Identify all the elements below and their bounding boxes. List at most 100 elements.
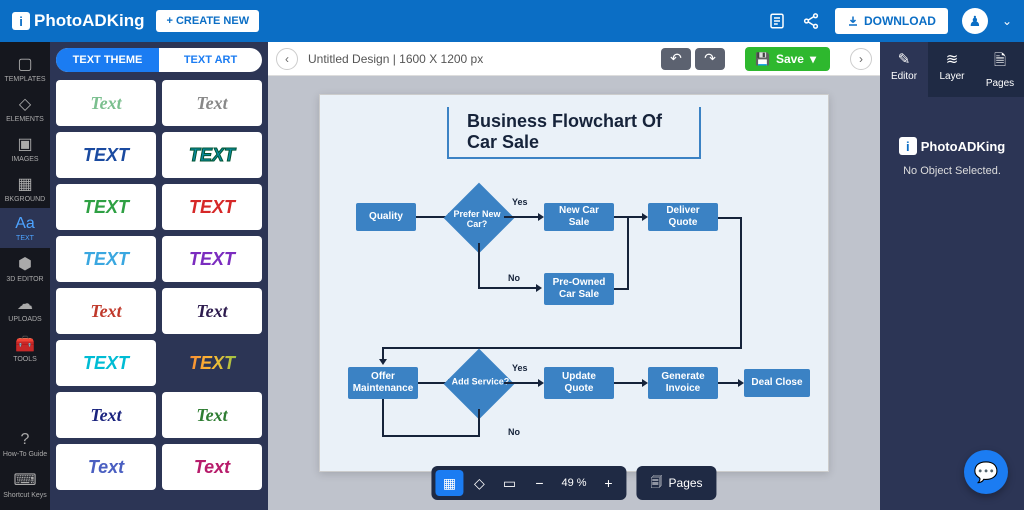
brand-text: PhotoADKing bbox=[921, 139, 1005, 154]
user-avatar[interactable]: ♟ bbox=[962, 8, 988, 34]
tab-text-art[interactable]: TEXT ART bbox=[159, 48, 262, 72]
text-theme-thumb[interactable]: Text bbox=[56, 444, 156, 490]
flowchart-title: Business Flowchart Of Car Sale bbox=[447, 107, 701, 159]
zoom-value: 49 % bbox=[555, 477, 592, 489]
view-group: ▦ ◇ ▭ − 49 % + bbox=[431, 466, 626, 500]
rail-label: IMAGES bbox=[11, 156, 38, 163]
edge bbox=[740, 217, 742, 349]
tab-pages[interactable]: 🗎Pages bbox=[976, 42, 1024, 97]
3d-icon: ⬢ bbox=[18, 254, 32, 274]
templates-icon: ▢ bbox=[17, 54, 32, 74]
tab-editor[interactable]: ✎Editor bbox=[880, 42, 928, 97]
right-body: iPhotoADKing No Object Selected. bbox=[880, 97, 1024, 510]
node-preowned[interactable]: Pre-Owned Car Sale bbox=[544, 273, 614, 305]
rail-label: ELEMENTS bbox=[6, 116, 44, 123]
rail-images[interactable]: ▣ IMAGES bbox=[0, 128, 50, 168]
tab-layer[interactable]: ≋ Layer bbox=[928, 42, 976, 97]
text-theme-thumb[interactable]: Text bbox=[56, 392, 156, 438]
images-icon: ▣ bbox=[17, 134, 32, 154]
edge bbox=[614, 216, 644, 218]
chat-fab[interactable]: 💬 bbox=[964, 450, 1008, 494]
eraser-button[interactable]: ◇ bbox=[465, 470, 493, 496]
rail-label: UPLOADS bbox=[8, 316, 41, 323]
text-theme-thumb[interactable]: TEXT bbox=[162, 184, 262, 230]
tab-text-theme[interactable]: TEXT THEME bbox=[56, 48, 159, 72]
redo-button[interactable]: ↷ bbox=[695, 48, 725, 70]
rtab-label: Pages bbox=[986, 78, 1014, 89]
arrow-icon bbox=[536, 284, 542, 292]
brand-logo[interactable]: i PhotoADKing bbox=[12, 11, 144, 31]
rail-label: TEMPLATES bbox=[4, 76, 45, 83]
text-theme-thumb[interactable]: TEXT bbox=[162, 236, 262, 282]
text-theme-thumb[interactable]: Text bbox=[162, 444, 262, 490]
rail-label: How-To Guide bbox=[3, 451, 47, 458]
rail-uploads[interactable]: ☁ UPLOADS bbox=[0, 288, 50, 328]
rail-background[interactable]: ▦BKGROUND bbox=[0, 168, 50, 208]
pages-button[interactable]: 🗐Pages bbox=[637, 466, 717, 500]
edge bbox=[627, 218, 629, 290]
node-quality[interactable]: Quality bbox=[356, 203, 416, 231]
canvas-area[interactable]: Business Flowchart Of Car Sale Quality P… bbox=[268, 76, 880, 510]
download-button[interactable]: DOWNLOAD bbox=[835, 8, 948, 34]
text-panel: TEXT THEME TEXT ART Text Text TEXT TEXT … bbox=[50, 42, 268, 510]
text-theme-thumb[interactable]: Text bbox=[56, 288, 156, 334]
node-newcar[interactable]: New Car Sale bbox=[544, 203, 614, 231]
edge bbox=[718, 382, 740, 384]
rail-bottom: ?How-To Guide ⌨Shortcut Keys bbox=[0, 424, 50, 504]
text-theme-thumb[interactable]: Text bbox=[162, 80, 262, 126]
text-theme-thumb[interactable]: TEXT bbox=[56, 340, 156, 386]
pages-label: Pages bbox=[669, 476, 703, 490]
node-close[interactable]: Deal Close bbox=[744, 369, 810, 397]
edge-label-no2: No bbox=[508, 427, 520, 437]
design-canvas[interactable]: Business Flowchart Of Car Sale Quality P… bbox=[319, 94, 829, 472]
rail-label: TEXT bbox=[16, 235, 34, 242]
node-invoice[interactable]: Generate Invoice bbox=[648, 367, 718, 399]
rail-elements[interactable]: ◇ELEMENTS bbox=[0, 88, 50, 128]
text-theme-thumb[interactable]: TEXT bbox=[56, 132, 156, 178]
uploads-icon: ☁ bbox=[17, 294, 33, 314]
layer-icon: ≋ bbox=[946, 50, 959, 68]
chevron-down-icon: ▾ bbox=[810, 52, 816, 66]
node-deliver[interactable]: Deliver Quote bbox=[648, 203, 718, 231]
text-theme-thumb[interactable]: TEXT bbox=[162, 340, 262, 386]
next-page-button[interactable]: › bbox=[850, 48, 872, 70]
node-update[interactable]: Update Quote bbox=[544, 367, 614, 399]
text-theme-thumb[interactable]: TEXT bbox=[56, 184, 156, 230]
rail-templates[interactable]: ▢ TEMPLATES bbox=[0, 48, 50, 88]
rail-tools[interactable]: 🧰 TOOLS bbox=[0, 328, 50, 368]
rail-label: TOOLS bbox=[13, 356, 37, 363]
zoom-in-button[interactable]: + bbox=[595, 470, 623, 496]
tools-icon: 🧰 bbox=[15, 334, 35, 354]
create-new-button[interactable]: + CREATE NEW bbox=[156, 10, 259, 32]
rail-label: Shortcut Keys bbox=[3, 492, 47, 499]
bottom-toolbar: ▦ ◇ ▭ − 49 % + 🗐Pages bbox=[431, 466, 716, 500]
rail-text[interactable]: AaTEXT bbox=[0, 208, 50, 248]
edge bbox=[504, 382, 540, 384]
text-theme-thumb[interactable]: TEXT bbox=[56, 236, 156, 282]
no-selection-text: No Object Selected. bbox=[903, 165, 1001, 177]
prev-page-button[interactable]: ‹ bbox=[276, 48, 298, 70]
share-icon[interactable] bbox=[801, 11, 821, 31]
edge bbox=[614, 382, 644, 384]
screen-button[interactable]: ▭ bbox=[495, 470, 523, 496]
rail-3d[interactable]: ⬢ 3D EDITOR bbox=[0, 248, 50, 288]
rail-shortcuts[interactable]: ⌨Shortcut Keys bbox=[0, 464, 50, 504]
zoom-out-button[interactable]: − bbox=[525, 470, 553, 496]
node-label: Prefer New Car? bbox=[447, 210, 507, 230]
rail-howto[interactable]: ?How-To Guide bbox=[0, 424, 50, 464]
text-theme-thumb[interactable]: Text bbox=[162, 392, 262, 438]
grid-view-button[interactable]: ▦ bbox=[435, 470, 463, 496]
notes-icon[interactable] bbox=[767, 11, 787, 31]
chevron-down-icon[interactable]: ⌄ bbox=[1002, 14, 1012, 28]
text-theme-thumb[interactable]: TEXT bbox=[162, 132, 262, 178]
rail-label: BKGROUND bbox=[5, 196, 45, 203]
text-theme-thumb[interactable]: Text bbox=[56, 80, 156, 126]
save-button[interactable]: 💾Save▾ bbox=[745, 47, 830, 71]
text-theme-thumb[interactable]: Text bbox=[162, 288, 262, 334]
top-right-group: DOWNLOAD ♟ ⌄ bbox=[767, 8, 1012, 34]
node-offer[interactable]: Offer Maintenance bbox=[348, 367, 418, 399]
edge bbox=[504, 216, 540, 218]
rtab-label: Layer bbox=[939, 71, 964, 82]
rail-label: 3D EDITOR bbox=[6, 276, 43, 283]
undo-button[interactable]: ↶ bbox=[661, 48, 691, 70]
